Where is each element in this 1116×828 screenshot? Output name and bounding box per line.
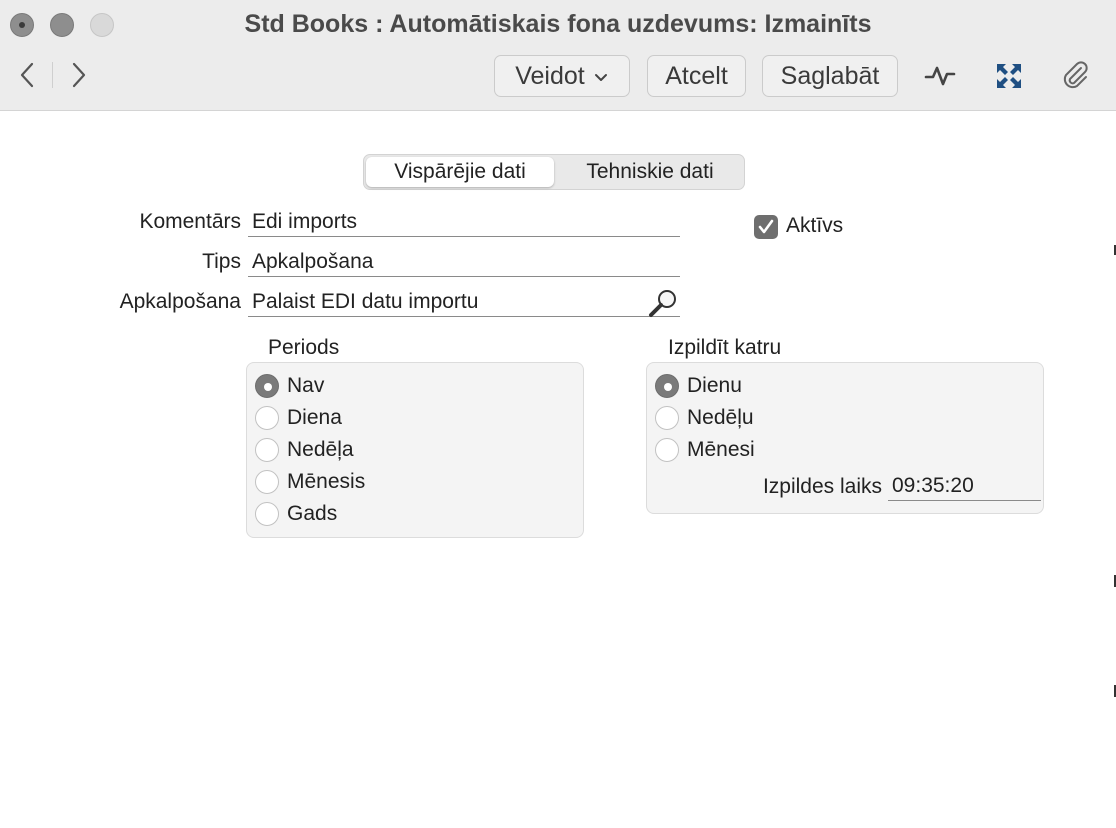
expand-icon bbox=[997, 64, 1021, 88]
period-option-none[interactable]: Nav bbox=[255, 372, 324, 400]
back-icon bbox=[20, 62, 34, 88]
execute-option-week[interactable]: Nedēļu bbox=[655, 404, 754, 432]
tab-technical[interactable]: Tehniskie dati bbox=[556, 155, 744, 189]
radio-label: Gads bbox=[287, 502, 338, 525]
save-button-label: Saglabāt bbox=[780, 61, 880, 90]
activity-button[interactable] bbox=[920, 58, 960, 94]
attachment-button[interactable] bbox=[1056, 58, 1096, 94]
window-title: Std Books : Automātiskais fona uzdevums:… bbox=[244, 10, 872, 38]
active-label: Aktīvs bbox=[786, 214, 844, 237]
radio-button[interactable] bbox=[255, 406, 279, 430]
type-field[interactable]: Apkalpošana bbox=[248, 247, 680, 277]
chevron-down-icon bbox=[594, 74, 607, 81]
period-option-month[interactable]: Mēnesis bbox=[255, 468, 365, 496]
search-icon[interactable] bbox=[648, 288, 680, 318]
save-button[interactable]: Saglabāt bbox=[762, 55, 898, 97]
period-option-day[interactable]: Diena bbox=[255, 404, 342, 432]
period-option-year[interactable]: Gads bbox=[255, 500, 337, 528]
create-menu-button[interactable]: Veidot bbox=[494, 55, 630, 97]
execution-time-field[interactable]: 09:35:20 bbox=[888, 471, 1041, 501]
radio-label: Nedēļu bbox=[687, 406, 754, 429]
radio-label: Nedēļa bbox=[287, 438, 354, 461]
paperclip-icon bbox=[1063, 61, 1088, 89]
radio-label: Dienu bbox=[687, 374, 742, 397]
back-button[interactable] bbox=[12, 58, 42, 92]
title-bar: Std Books : Automātiskais fona uzdevums:… bbox=[0, 0, 1116, 111]
execute-option-month[interactable]: Mēnesi bbox=[655, 436, 755, 464]
window-edge bbox=[1112, 0, 1116, 828]
radio-label: Diena bbox=[287, 406, 342, 429]
radio-button[interactable] bbox=[255, 470, 279, 494]
period-group: Nav Diena Nedēļa Mēnesis Gads bbox=[246, 362, 584, 538]
cancel-button-label: Atcelt bbox=[665, 61, 728, 90]
radio-button[interactable] bbox=[255, 502, 279, 526]
create-button-label: Veidot bbox=[515, 61, 585, 90]
radio-label: Mēnesi bbox=[687, 438, 755, 461]
radio-button[interactable] bbox=[655, 406, 679, 430]
active-checkbox[interactable] bbox=[754, 215, 778, 239]
radio-button[interactable] bbox=[255, 374, 279, 398]
radio-button[interactable] bbox=[655, 374, 679, 398]
comment-field[interactable]: Edi imports bbox=[248, 207, 680, 237]
execute-option-day[interactable]: Dienu bbox=[655, 372, 742, 400]
comment-label: Komentārs bbox=[139, 210, 241, 233]
execute-group: Dienu Nedēļu Mēnesi Izpildes laiks 09:35… bbox=[646, 362, 1044, 514]
service-label: Apkalpošana bbox=[119, 290, 241, 313]
radio-button[interactable] bbox=[255, 438, 279, 462]
tab-bar: Vispārējie dati Tehniskie dati bbox=[363, 154, 745, 190]
activity-icon bbox=[924, 66, 956, 86]
execution-time-label: Izpildes laiks bbox=[762, 475, 882, 498]
period-title: Periods bbox=[268, 336, 340, 359]
checkmark-icon bbox=[758, 219, 774, 234]
tab-general[interactable]: Vispārējie dati bbox=[366, 157, 554, 187]
radio-label: Mēnesis bbox=[287, 470, 366, 493]
window: Std Books : Automātiskais fona uzdevums:… bbox=[0, 0, 1116, 828]
radio-button[interactable] bbox=[655, 438, 679, 462]
radio-label: Nav bbox=[287, 374, 325, 397]
forward-icon bbox=[72, 62, 86, 88]
service-field[interactable]: Palaist EDI datu importu bbox=[248, 287, 680, 317]
forward-button[interactable] bbox=[64, 58, 94, 92]
expand-button[interactable] bbox=[989, 58, 1029, 94]
cancel-button[interactable]: Atcelt bbox=[647, 55, 746, 97]
execute-title: Izpildīt katru bbox=[668, 336, 782, 359]
type-label: Tips bbox=[202, 250, 241, 273]
period-option-week[interactable]: Nedēļa bbox=[255, 436, 354, 464]
nav-separator bbox=[52, 62, 53, 88]
